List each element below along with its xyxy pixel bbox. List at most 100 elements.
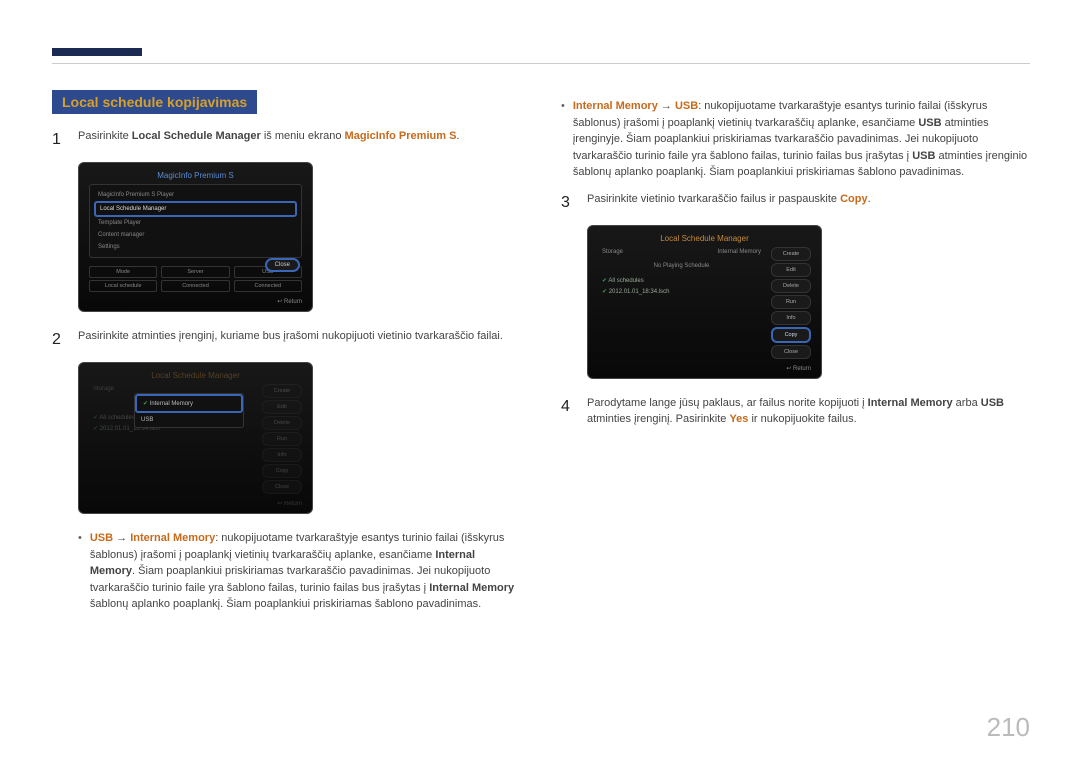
t: ir nukopijuokite failus. [748,413,856,425]
step-number: 4 [561,395,575,428]
panel-magicinfo: MagicInfo Premium S MagicInfo Premium S … [78,162,313,312]
run-button[interactable]: Run [771,295,811,309]
t: Internal Memory [429,582,514,594]
t: USB [912,150,935,162]
return-label[interactable]: Return [89,298,302,305]
t: Yes [729,413,748,425]
bullet-list: • USB → Internal Memory: nukopijuotame t… [78,530,521,613]
bullet-dot: • [78,530,82,613]
page-content: Local schedule kopijavimas 1 Pasirinkite… [52,90,1030,619]
bullet-usb-to-internal: • USB → Internal Memory: nukopijuotame t… [78,530,521,613]
step-number: 1 [52,128,66,152]
t: Copy [840,193,868,205]
close-button[interactable]: Close [771,345,811,359]
t: . [868,193,871,205]
storage-label: Storage [93,386,114,392]
status-val: Connected [161,280,229,292]
left-column: Local schedule kopijavimas 1 Pasirinkite… [52,90,521,619]
copy-button[interactable]: Copy [262,464,302,478]
step-2: 2 Pasirinkite atminties įrenginį, kuriam… [52,328,521,352]
t: Internal Memory [130,532,215,544]
lsm-buttons: Create Edit Delete Run Info Copy Close [262,384,302,494]
t: Local Schedule Manager [132,130,261,142]
header-rule [52,63,1030,64]
t: Parodytame lange jūsų paklaus, ar failus… [587,397,868,409]
t: USB [981,397,1004,409]
close-button[interactable]: Close [265,258,300,272]
run-button[interactable]: Run [262,432,302,446]
t: arba [953,397,981,409]
panel-title: Local Schedule Manager [89,371,302,380]
step-4: 4 Parodytame lange jūsų paklaus, ar fail… [561,395,1030,428]
t: Pasirinkite vietinio tvarkaraščio failus… [587,193,840,205]
t: šablonų aplanko poaplankį. Šiam poaplank… [90,598,481,610]
step-number: 3 [561,191,575,215]
section-title: Local schedule kopijavimas [52,90,257,114]
panel-lsm-storage: Local Schedule Manager Storage No … All … [78,362,313,514]
return-label[interactable]: Return [89,500,302,507]
step-text: Parodytame lange jūsų paklaus, ar failus… [587,395,1030,428]
menu-item[interactable]: Content manager [94,229,297,241]
panel-lsm-copy: Local Schedule Manager Storage Internal M… [587,225,822,379]
close-button[interactable]: Close [262,480,302,494]
step-text: Pasirinkite Local Schedule Manager iš me… [78,128,521,152]
status-head: Mode [89,266,157,278]
bullet-text: USB → Internal Memory: nukopijuotame tva… [90,530,521,613]
menu-item[interactable]: MagicInfo Premium S Player [94,189,297,201]
header-accent-bar [52,48,142,56]
dropdown-item-usb[interactable]: USB [135,413,243,427]
status-head: Server [161,266,229,278]
panel-title: Local Schedule Manager [598,234,811,243]
storage-label: Storage [602,249,623,255]
menu-item[interactable]: Template Player [94,217,297,229]
menu-item[interactable]: Settings [94,241,297,253]
delete-button[interactable]: Delete [771,279,811,293]
t: iš meniu ekrano [261,130,345,142]
t: → [658,100,675,112]
menu-box: MagicInfo Premium S Player Local Schedul… [89,184,302,258]
edit-button[interactable]: Edit [771,263,811,277]
lsm-buttons: Create Edit Delete Run Info Copy Close [771,247,811,359]
panel-title: MagicInfo Premium S [89,171,302,180]
info-button[interactable]: Info [262,448,302,462]
edit-button[interactable]: Edit [262,400,302,414]
bullet-dot: • [561,98,565,181]
t: MagicInfo Premium S [345,130,457,142]
t: . [456,130,459,142]
t: USB [90,532,113,544]
status-val: Connected [234,280,302,292]
step-number: 2 [52,328,66,352]
bullet-internal-to-usb: • Internal Memory → USB: nukopijuotame t… [561,98,1030,181]
lsm-left: Storage Internal Memory No Playing Schedu… [598,247,765,359]
t: → [113,532,130,544]
t: USB [675,100,698,112]
storage-val: Internal Memory [718,249,761,255]
right-column: • Internal Memory → USB: nukopijuotame t… [561,90,1030,619]
t: Pasirinkite [78,130,132,142]
storage-dropdown: Internal Memory USB [134,393,244,428]
noplay: No Playing Schedule [598,257,765,275]
bullet-text: Internal Memory → USB: nukopijuotame tva… [573,98,1030,181]
return-label[interactable]: Return [598,365,811,372]
delete-button[interactable]: Delete [262,416,302,430]
status-val: Local schedule [89,280,157,292]
create-button[interactable]: Create [771,247,811,261]
t: atminties įrenginį. Pasirinkite [587,413,729,425]
status-value-row: Local schedule Connected Connected [89,280,302,292]
bullet-list: • Internal Memory → USB: nukopijuotame t… [561,98,1030,181]
t: Internal Memory [573,100,658,112]
copy-button[interactable]: Copy [771,327,811,343]
chk-file[interactable]: 2012.01.01_18:34.lsch [598,286,765,297]
step-text: Pasirinkite vietinio tvarkaraščio failus… [587,191,1030,215]
t: USB [918,117,941,129]
dropdown-item-internal[interactable]: Internal Memory [135,394,243,413]
create-button[interactable]: Create [262,384,302,398]
menu-item-selected[interactable]: Local Schedule Manager [94,201,297,217]
step-3: 3 Pasirinkite vietinio tvarkaraščio fail… [561,191,1030,215]
page-number: 210 [987,712,1030,743]
t: Internal Memory [868,397,953,409]
step-1: 1 Pasirinkite Local Schedule Manager iš … [52,128,521,152]
step-text: Pasirinkite atminties įrenginį, kuriame … [78,328,521,352]
info-button[interactable]: Info [771,311,811,325]
chk-all[interactable]: All schedules [598,275,765,286]
